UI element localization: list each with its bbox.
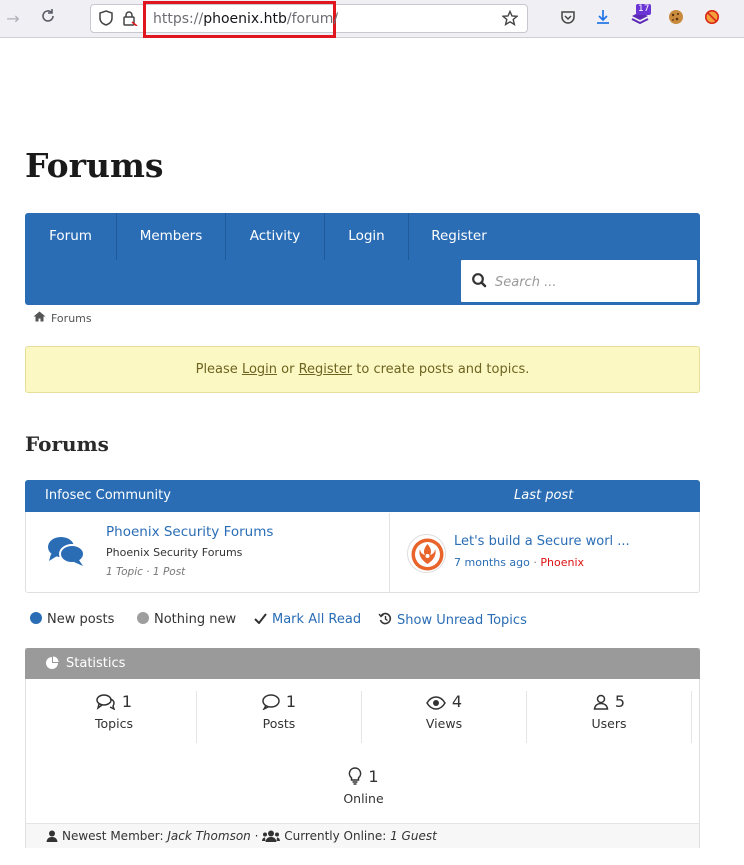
- legend-nothing-new-label: Nothing new: [154, 612, 237, 627]
- cookie-icon[interactable]: [666, 9, 686, 29]
- search-icon: [472, 273, 487, 288]
- statistics-header: Statistics: [25, 648, 700, 679]
- currently-online-value: 1 Guest: [390, 829, 437, 843]
- nav-members[interactable]: Members: [117, 213, 226, 260]
- extension-badge: 17: [636, 4, 652, 15]
- notice-login-link[interactable]: Login: [242, 362, 277, 377]
- forum-name-link[interactable]: Phoenix Security Forums: [106, 524, 273, 540]
- stat-views: 4 Views: [362, 691, 527, 743]
- stat-topics: 1 Topics: [32, 691, 197, 743]
- notice-suffix: to create posts and topics.: [352, 362, 530, 377]
- topics-count: 1: [121, 692, 133, 711]
- last-post-meta: 7 months ago · Phoenix: [454, 556, 584, 569]
- checkmark-icon: [254, 613, 267, 625]
- stat-posts: 1 Posts: [197, 691, 362, 743]
- show-unread-label[interactable]: Show Unread Topics: [397, 613, 527, 628]
- column-divider: [389, 513, 390, 593]
- users-count: 5: [614, 692, 626, 711]
- stat-users: 5 Users: [527, 691, 692, 743]
- last-post-time[interactable]: 7 months ago: [454, 556, 530, 569]
- breadcrumb-forums[interactable]: Forums: [51, 312, 92, 325]
- notice-middle: or: [277, 362, 299, 377]
- notice-register-link[interactable]: Register: [299, 362, 353, 377]
- show-unread-link[interactable]: Show Unread Topics: [378, 612, 527, 628]
- shield-icon[interactable]: [97, 10, 115, 28]
- nothing-new-dot-icon: [137, 612, 149, 624]
- blocker-extension-icon[interactable]: [702, 9, 722, 29]
- site-title: Forums: [25, 146, 164, 185]
- meta-separator: ·: [529, 556, 541, 569]
- eye-icon: [426, 696, 446, 710]
- posts-label: Posts: [262, 716, 296, 731]
- views-label: Views: [425, 716, 463, 731]
- history-icon: [378, 612, 392, 625]
- search-box[interactable]: [460, 259, 698, 303]
- online-count: 1: [368, 767, 379, 786]
- topics-label: Topics: [95, 716, 133, 731]
- comment-icon: [262, 694, 280, 711]
- nav-activity[interactable]: Activity: [226, 213, 325, 260]
- nav-register[interactable]: Register: [409, 213, 509, 260]
- nav-forum[interactable]: Forum: [25, 213, 117, 260]
- url-text[interactable]: https://phoenix.htb/forum/: [153, 11, 338, 27]
- statistics-title: Statistics: [66, 656, 126, 671]
- forum-chat-icon: [48, 537, 85, 566]
- breadcrumb: Forums: [33, 311, 92, 325]
- phoenix-avatar[interactable]: [407, 534, 446, 573]
- views-count: 4: [451, 692, 463, 711]
- legend-nothing-new: Nothing new: [137, 612, 236, 627]
- new-posts-dot-icon: [30, 612, 42, 624]
- comments-icon: [96, 694, 116, 711]
- main-navigation: Forum Members Activity Login Register: [25, 213, 700, 305]
- nav-login[interactable]: Login: [325, 213, 409, 260]
- pocket-icon[interactable]: [558, 9, 578, 29]
- legend-new-posts-label: New posts: [47, 612, 115, 627]
- mark-all-read-link[interactable]: Mark All Read: [254, 612, 361, 627]
- statistics-panel: Statistics 1 Topics 1 Posts 4 Views 5 Us…: [25, 648, 700, 848]
- users-group-icon: [262, 830, 281, 842]
- forward-arrow-icon[interactable]: →: [2, 8, 24, 30]
- lightbulb-icon: [349, 767, 362, 785]
- forum-stats: 1 Topic · 1 Post: [106, 566, 186, 578]
- users-label: Users: [591, 716, 627, 731]
- pie-chart-icon: [46, 656, 59, 669]
- user-icon: [593, 694, 609, 710]
- forum-table: Infosec Community Last post Phoenix Secu…: [25, 480, 700, 593]
- url-bar[interactable]: https://phoenix.htb/forum/: [90, 1, 528, 38]
- search-input[interactable]: [495, 272, 690, 292]
- last-post-author[interactable]: Phoenix: [540, 556, 584, 569]
- reload-icon[interactable]: [37, 8, 59, 30]
- browser-toolbar: → https://phoenix.htb/forum/ 17: [0, 0, 744, 38]
- forum-description: Phoenix Security Forums: [106, 546, 243, 559]
- lock-insecure-icon[interactable]: [121, 10, 139, 28]
- legend-new-posts: New posts: [30, 612, 114, 627]
- statistics-footer: Newest Member: Jack Thomson · Currently …: [26, 823, 699, 848]
- last-post-title[interactable]: Let's build a Secure worl ...: [454, 534, 630, 549]
- newest-member-name[interactable]: Jack Thomson: [167, 829, 250, 843]
- phoenix-logo-icon: [411, 538, 444, 571]
- member-icon: [46, 830, 58, 842]
- stat-online: 1 Online: [281, 766, 446, 806]
- newest-member-label: Newest Member:: [62, 829, 168, 843]
- last-post-header: Last post: [514, 488, 574, 503]
- section-title: Forums: [25, 432, 109, 456]
- login-notice: Please Login or Register to create posts…: [25, 346, 700, 393]
- currently-online-label: Currently Online:: [284, 829, 391, 843]
- footer-separator: ·: [250, 829, 263, 843]
- posts-count: 1: [285, 692, 297, 711]
- category-title[interactable]: Infosec Community: [45, 480, 171, 511]
- downloads-icon[interactable]: [593, 9, 613, 29]
- mark-all-read-label[interactable]: Mark All Read: [272, 612, 361, 627]
- online-label: Online: [343, 791, 384, 806]
- forum-table-header: Infosec Community Last post: [25, 480, 700, 512]
- notice-prefix: Please: [195, 362, 242, 377]
- bookmark-star-icon[interactable]: [501, 9, 519, 28]
- home-icon[interactable]: [33, 311, 47, 325]
